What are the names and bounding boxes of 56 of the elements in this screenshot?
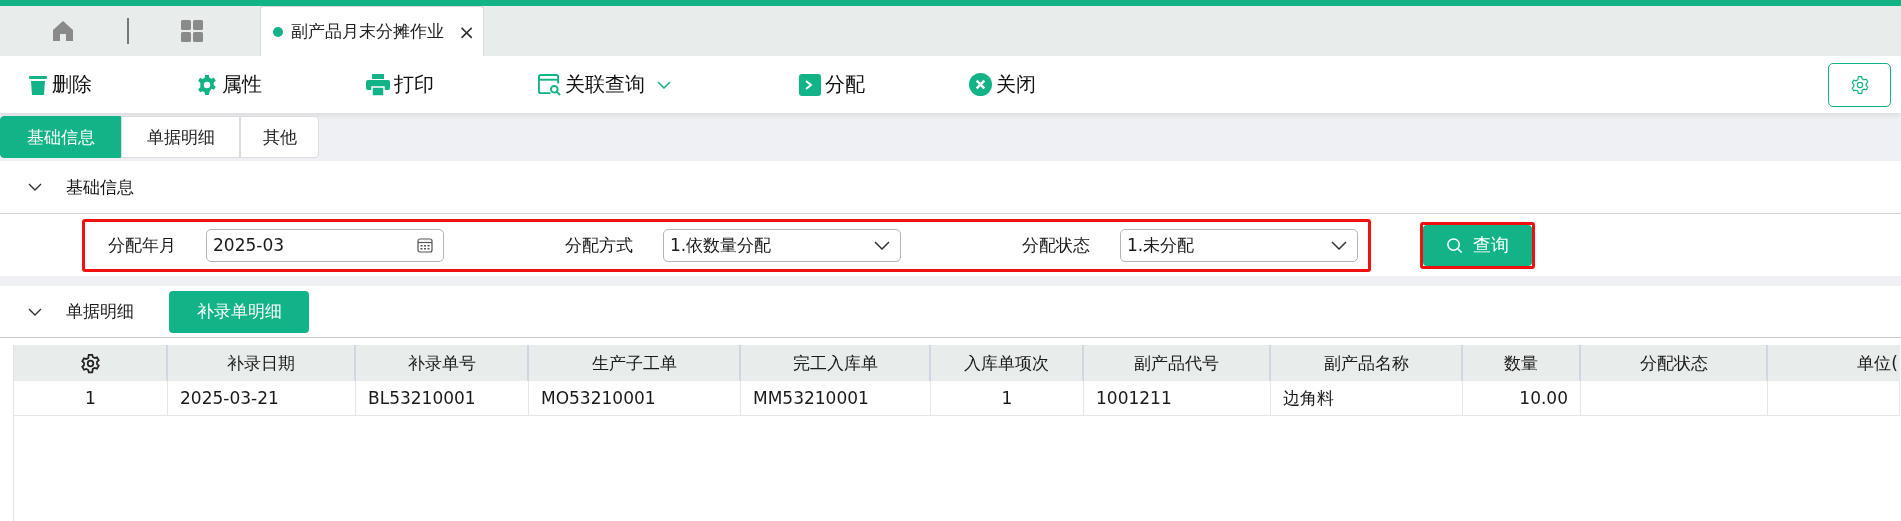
chevron-down-icon[interactable]	[1331, 240, 1347, 250]
grid-icon[interactable]	[180, 19, 204, 43]
toolbar-button[interactable]: 关闭	[963, 67, 1042, 102]
trash-icon	[28, 73, 48, 96]
close-circle-icon	[969, 73, 992, 96]
home-icon[interactable]	[51, 19, 75, 43]
terminal-icon	[799, 73, 821, 96]
status-dot	[273, 26, 283, 37]
column-header[interactable]: 补录日期	[168, 345, 356, 381]
field-label: 分配年月	[108, 233, 177, 257]
table-cell: 2025-03-21	[168, 381, 356, 416]
column-header[interactable]: 入库单项次	[931, 345, 1084, 381]
toolbar-button[interactable]: 关联查询	[532, 67, 677, 102]
column-header[interactable]: 生产子工单	[529, 345, 741, 381]
gear-icon	[196, 73, 218, 96]
field-label: 分配方式	[565, 233, 634, 257]
column-header[interactable]: 完工入库单	[741, 345, 931, 381]
date-field[interactable]: 2025-03	[206, 228, 444, 262]
row-number: 1	[14, 381, 168, 416]
section-title: 单据明细	[66, 300, 135, 323]
toolbar-button[interactable]: 分配	[793, 67, 871, 102]
table-cell: MM53210001	[741, 381, 931, 416]
section-title: 基础信息	[66, 175, 134, 199]
select-field[interactable]: 1.未分配	[1120, 228, 1358, 262]
toolbar-button[interactable]: 属性	[190, 67, 268, 102]
column-header[interactable]: 补录单号	[356, 345, 529, 381]
chevron-down-icon[interactable]	[28, 183, 42, 191]
select-field[interactable]: 1.依数量分配	[663, 228, 901, 262]
column-settings-header[interactable]	[14, 345, 168, 381]
document-tab[interactable]: 副产品月末分摊作业 ×	[260, 6, 484, 56]
chevron-down-icon[interactable]	[874, 240, 890, 250]
column-header[interactable]: 数量	[1463, 345, 1581, 381]
settings-icon[interactable]	[79, 352, 101, 374]
table-cell: 1001211	[1084, 381, 1271, 416]
table-cell: 10.00	[1463, 381, 1581, 416]
settings-button[interactable]	[1828, 62, 1891, 107]
column-header[interactable]: 分配状态	[1581, 345, 1768, 381]
calendar-icon[interactable]	[417, 237, 433, 253]
section-tab[interactable]: 单据明细	[121, 116, 240, 158]
table-cell: 1	[931, 381, 1084, 416]
chevron-down-icon[interactable]	[28, 307, 42, 316]
section-tab[interactable]: 其他	[240, 116, 319, 158]
table-cell: MO53210001	[529, 381, 741, 416]
column-header[interactable]: 副产品代号	[1084, 345, 1271, 381]
toolbar-button[interactable]: 打印	[360, 67, 440, 102]
table-cell: BL53210001	[356, 381, 529, 416]
window-search-icon	[538, 73, 561, 96]
column-header[interactable]: 副产品名称	[1271, 345, 1463, 381]
field-label: 分配状态	[1022, 233, 1091, 257]
toolbar-button[interactable]: 删除	[22, 67, 98, 102]
close-icon[interactable]: ×	[458, 19, 475, 44]
printer-icon	[366, 73, 390, 96]
column-header[interactable]: 单位(	[1768, 345, 1900, 381]
search-icon	[1446, 236, 1463, 254]
settings-icon	[1849, 74, 1870, 95]
table-cell: 边角料	[1271, 381, 1463, 416]
